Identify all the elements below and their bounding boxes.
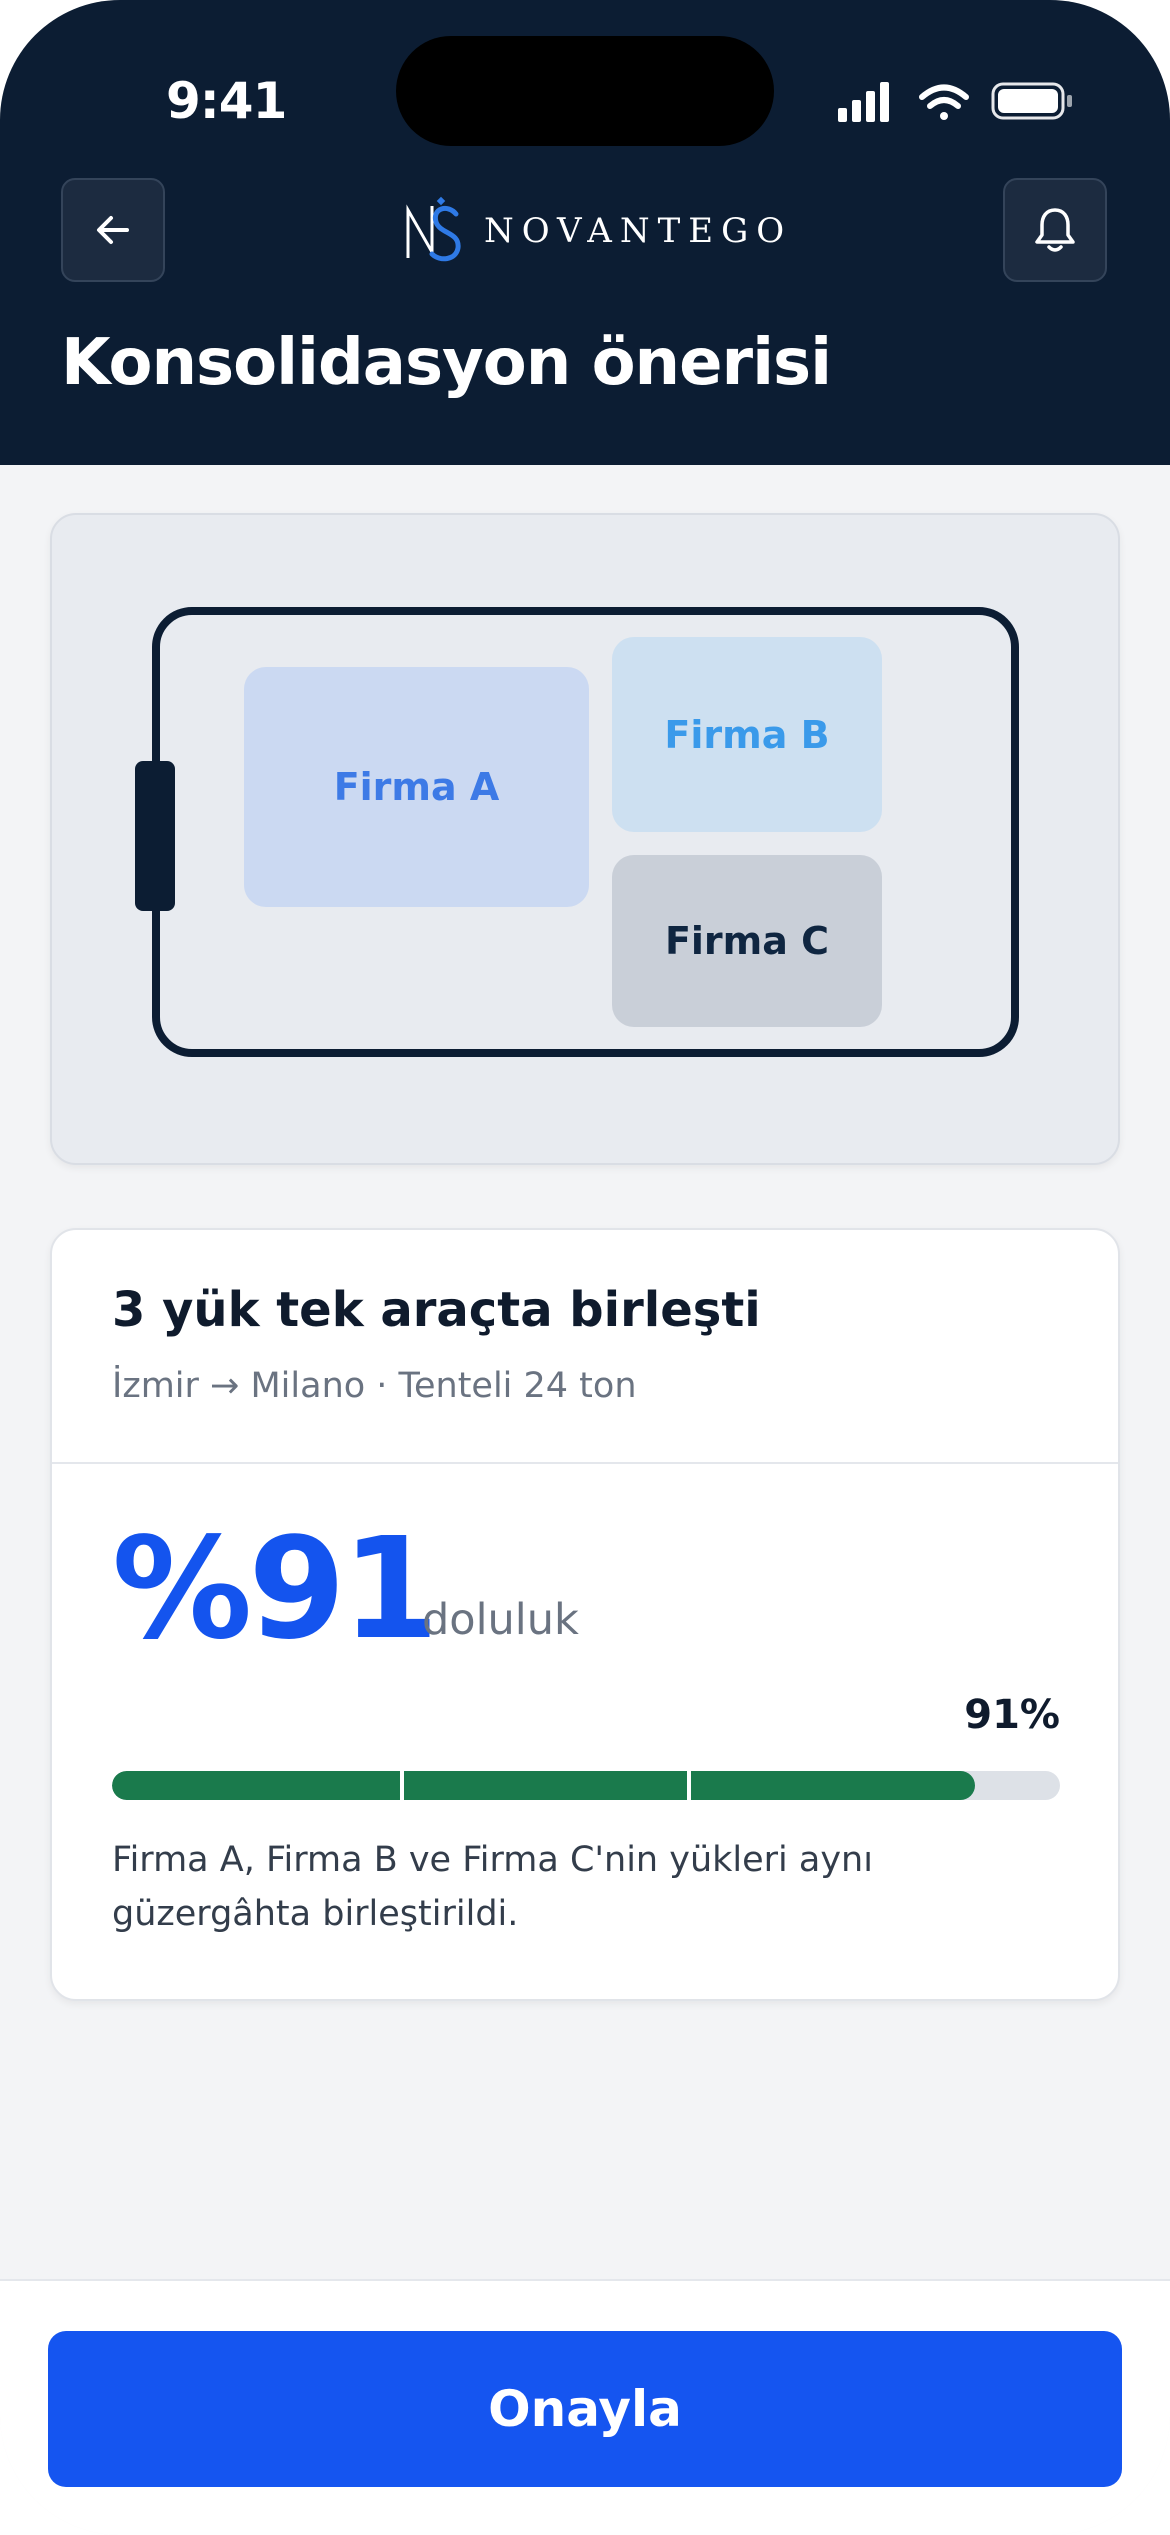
app-header: 9:41 NOVANTEGO Konsolidasyon önerisi [0, 0, 1170, 465]
cargo-block-a: Firma A [244, 667, 589, 907]
page-title: Konsolidasyon önerisi [61, 326, 832, 400]
cellular-signal-icon [838, 82, 889, 122]
cargo-block-c: Firma C [612, 855, 882, 1027]
cargo-block-b: Firma B [612, 637, 882, 832]
consolidation-summary-card: 3 yük tek araçta birleşti İzmir → Milano… [50, 1228, 1120, 2001]
truck-illustration-card: Firma A Firma B Firma C [50, 513, 1120, 1165]
status-icons [838, 82, 1072, 122]
route-subtitle: İzmir → Milano · Tenteli 24 ton [112, 1366, 637, 1406]
notifications-button[interactable] [1003, 178, 1107, 282]
progress-segment-separator [687, 1771, 692, 1800]
wifi-icon [919, 84, 969, 120]
logo-wordmark: NOVANTEGO [484, 211, 793, 251]
bottom-action-bar: Onayla [0, 2279, 1170, 2535]
summary-description: Firma A, Firma B ve Firma C'nin yükleri … [112, 1840, 873, 1934]
progress-percent-text: 91% [964, 1692, 1060, 1738]
bell-icon [1035, 208, 1075, 252]
occupancy-label: doluluk [422, 1595, 579, 1645]
phone-screen: 9:41 NOVANTEGO Konsolidasyon önerisi Fir… [0, 0, 1170, 2535]
dynamic-island [396, 36, 774, 146]
summary-title: 3 yük tek araçta birleşti [112, 1282, 761, 1338]
card-divider [52, 1462, 1118, 1464]
brand-logo: NOVANTEGO [404, 196, 792, 266]
logo-mark [406, 196, 461, 262]
truck-handle [135, 761, 175, 911]
occupancy-progress-fill [112, 1771, 975, 1800]
back-button[interactable] [61, 178, 165, 282]
status-time: 9:41 [166, 72, 287, 130]
battery-icon [991, 82, 1072, 120]
confirm-button[interactable]: Onayla [48, 2331, 1122, 2487]
occupancy-percent: %91 [112, 1508, 439, 1671]
occupancy-progress-bar [112, 1771, 1060, 1800]
arrow-left-icon [97, 216, 129, 244]
progress-segment-separator [399, 1771, 404, 1800]
